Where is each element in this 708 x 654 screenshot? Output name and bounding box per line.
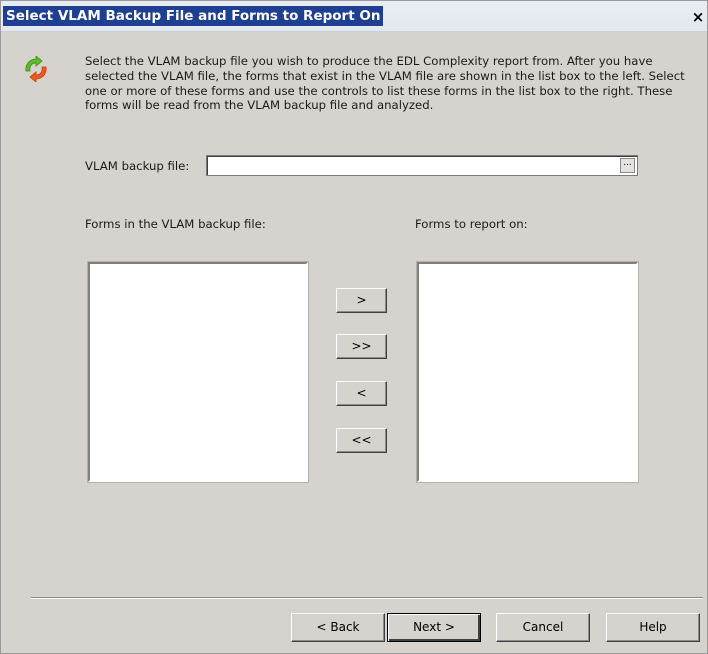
title-bar[interactable]: Select VLAM Backup File and Forms to Rep… (1, 1, 707, 32)
add-one-button[interactable]: > (336, 288, 387, 313)
add-all-button[interactable]: >> (336, 334, 387, 359)
backup-file-input[interactable] (206, 155, 638, 176)
instructions-text: Select the VLAM backup file you wish to … (85, 54, 685, 113)
remove-all-button[interactable]: << (336, 428, 387, 453)
close-button[interactable]: × (689, 8, 707, 26)
footer-separator (31, 597, 703, 599)
back-button[interactable]: < Back (291, 613, 385, 642)
backup-file-label: VLAM backup file: (85, 159, 190, 173)
dialog-content: Select the VLAM backup file you wish to … (1, 32, 707, 653)
remove-one-button[interactable]: < (336, 381, 387, 406)
next-button[interactable]: Next > (387, 613, 481, 642)
dialog-window: Select VLAM Backup File and Forms to Rep… (0, 0, 708, 654)
selected-forms-listbox[interactable] (416, 261, 639, 483)
browse-button[interactable]: ... (620, 158, 635, 173)
help-button[interactable]: Help (606, 613, 700, 642)
cancel-button[interactable]: Cancel (496, 613, 590, 642)
available-forms-label: Forms in the VLAM backup file: (85, 217, 266, 231)
refresh-arrows-icon (25, 56, 47, 82)
available-forms-listbox[interactable] (87, 261, 309, 483)
window-title: Select VLAM Backup File and Forms to Rep… (3, 6, 384, 26)
selected-forms-label: Forms to report on: (415, 217, 528, 231)
